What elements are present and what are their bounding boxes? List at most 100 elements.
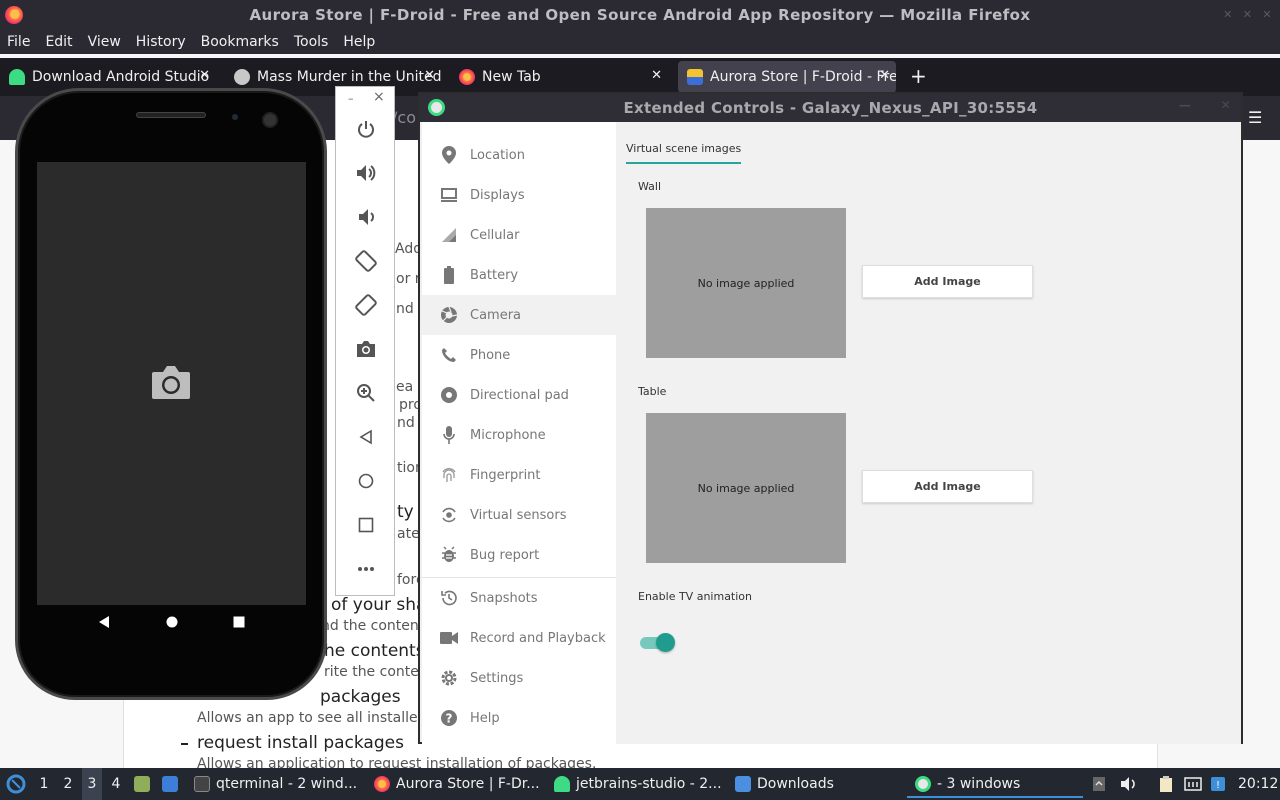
nav-record-playback[interactable]: Record and Playback — [422, 618, 616, 658]
taskbar: 1 2 3 4 qterminal - 2 wind... Aurora Sto… — [0, 768, 1280, 800]
nav-battery[interactable]: Battery — [422, 255, 616, 295]
wall-add-image-button[interactable]: Add Image — [862, 265, 1033, 298]
nav-help[interactable]: ? Help — [422, 698, 616, 738]
minimize-icon[interactable]: ✕ — [1223, 8, 1233, 21]
extended-controls-titlebar: Extended Controls - Galaxy_Nexus_API_30:… — [420, 94, 1241, 122]
tab-virtual-scene-images[interactable]: Virtual scene images — [626, 142, 742, 164]
close-tab-icon[interactable]: ✕ — [199, 68, 210, 83]
overview-icon[interactable] — [354, 513, 378, 537]
rotate-left-icon[interactable] — [354, 249, 378, 273]
terminal-icon — [194, 776, 210, 792]
power-icon[interactable] — [354, 117, 378, 141]
menu-help[interactable]: Help — [343, 34, 375, 50]
close-tab-icon[interactable]: ✕ — [424, 68, 435, 83]
taskbar-label: Downloads — [757, 776, 834, 792]
nav-displays[interactable]: Displays — [422, 175, 616, 215]
quicklaunch-desktop[interactable] — [162, 768, 184, 800]
taskbar-qterminal[interactable]: qterminal - 2 wind... — [194, 768, 357, 800]
toolbar-minimize-button[interactable]: – — [348, 92, 354, 105]
menu-history[interactable]: History — [136, 34, 186, 50]
volume-up-icon[interactable] — [354, 161, 378, 185]
phone-home-icon[interactable] — [165, 614, 179, 633]
tray-arrow-icon[interactable] — [1092, 776, 1108, 792]
nav-settings[interactable]: Settings — [422, 658, 616, 698]
home-icon[interactable] — [354, 469, 378, 493]
bullet — [181, 743, 188, 745]
desktop-4[interactable]: 4 — [106, 768, 126, 800]
nav-microphone[interactable]: Microphone — [422, 415, 616, 455]
gear-icon — [440, 669, 458, 687]
menu-edit[interactable]: Edit — [45, 34, 72, 50]
nav-location[interactable]: Location — [422, 135, 616, 175]
nav-label: Record and Playback — [470, 630, 606, 646]
taskbar-firefox[interactable]: Aurora Store | F-Dr... — [374, 768, 540, 800]
tab-new-tab[interactable]: New Tab ✕ — [450, 61, 668, 93]
nav-phone[interactable]: Phone — [422, 335, 616, 375]
volume-icon[interactable] — [1120, 776, 1136, 792]
toggle-knob — [656, 633, 675, 652]
nav-label: Bug report — [470, 547, 540, 563]
wall-placeholder-text: No image applied — [697, 276, 795, 290]
start-menu-button[interactable] — [6, 768, 26, 800]
nav-snapshots[interactable]: Snapshots — [422, 578, 616, 618]
nav-directional-pad[interactable]: Directional pad — [422, 375, 616, 415]
toolbar-close-button[interactable]: × — [373, 89, 385, 105]
new-tab-button[interactable]: + — [910, 64, 927, 88]
clipboard-icon[interactable] — [1158, 776, 1174, 792]
taskbar-downloads[interactable]: Downloads — [735, 768, 834, 800]
desktop-1[interactable]: 1 — [34, 768, 54, 800]
maximize-icon[interactable]: ✕ — [1243, 8, 1253, 21]
quicklaunch-filemanager[interactable] — [134, 768, 156, 800]
bug-icon — [440, 546, 458, 564]
camera-aperture-icon — [440, 306, 458, 324]
screenshot-icon[interactable] — [354, 337, 378, 361]
ext-minimize-icon[interactable]: — — [1179, 98, 1191, 112]
close-tab-icon[interactable]: ✕ — [879, 68, 890, 83]
battery-icon — [440, 266, 458, 284]
back-icon[interactable] — [354, 425, 378, 449]
table-image-preview: No image applied — [646, 413, 846, 563]
nav-label: Location — [470, 147, 525, 163]
firefox-menubar: File Edit View History Bookmarks Tools H… — [0, 30, 1280, 54]
nav-label: Snapshots — [470, 590, 538, 606]
menu-tools[interactable]: Tools — [294, 34, 329, 50]
nav-label: Cellular — [470, 227, 520, 243]
close-icon[interactable]: ✕ — [1262, 8, 1272, 21]
display-icon — [440, 186, 458, 204]
fdroid-favicon-icon — [687, 69, 703, 85]
menu-view[interactable]: View — [88, 34, 121, 50]
hamburger-menu-icon[interactable]: ☰ — [1248, 108, 1262, 127]
network-icon[interactable] — [1184, 776, 1202, 792]
url-fragment[interactable]: /co — [392, 108, 416, 127]
menu-bookmarks[interactable]: Bookmarks — [201, 34, 279, 50]
android-favicon-icon — [9, 69, 25, 85]
desktop-3[interactable]: 3 — [82, 768, 102, 800]
rotate-right-icon[interactable] — [354, 293, 378, 317]
nav-fingerprint[interactable]: Fingerprint — [422, 455, 616, 495]
taskbar-label: qterminal - 2 wind... — [216, 776, 358, 792]
tv-animation-toggle[interactable] — [640, 633, 675, 652]
camera-app-icon[interactable] — [150, 363, 192, 405]
page-text: or r — [396, 271, 421, 287]
phone-back-icon[interactable] — [97, 614, 111, 633]
nav-bug-report[interactable]: Bug report — [422, 535, 616, 575]
snapshot-history-icon — [440, 589, 458, 607]
desktop-2[interactable]: 2 — [58, 768, 78, 800]
zoom-icon[interactable] — [354, 381, 378, 405]
update-notifier-icon[interactable]: ! — [1210, 776, 1226, 792]
ext-close-icon[interactable]: ✕ — [1221, 98, 1231, 112]
virtual-sensors-icon — [440, 506, 458, 524]
nav-cellular[interactable]: Cellular — [422, 215, 616, 255]
close-tab-icon[interactable]: ✕ — [651, 68, 662, 83]
lxqt-logo-icon — [6, 774, 26, 794]
table-add-image-button[interactable]: Add Image — [862, 470, 1033, 503]
taskbar-android-studio[interactable]: jetbrains-studio - 2... — [554, 768, 722, 800]
page-text: nd the contents — [321, 618, 432, 634]
phone-overview-icon[interactable] — [232, 614, 246, 633]
tab-aurora-store[interactable]: Aurora Store | F-Droid - Free ✕ — [678, 61, 896, 93]
menu-file[interactable]: File — [7, 34, 30, 50]
nav-virtual-sensors[interactable]: Virtual sensors — [422, 495, 616, 535]
volume-down-icon[interactable] — [354, 205, 378, 229]
nav-camera[interactable]: Camera — [422, 295, 616, 335]
more-icon[interactable] — [354, 557, 378, 581]
